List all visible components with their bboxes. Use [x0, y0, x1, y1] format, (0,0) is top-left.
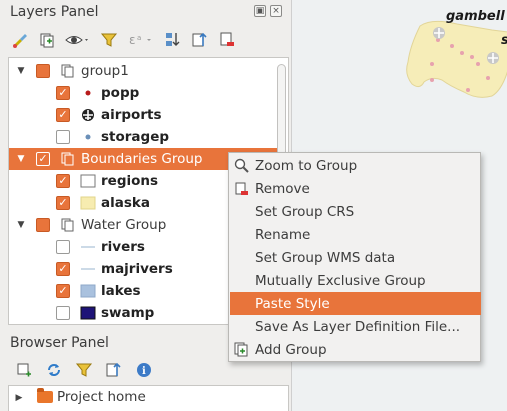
zoom-icon [234, 158, 250, 174]
browser-toolbar: i [14, 360, 154, 380]
layer-checkbox[interactable]: ✓ [56, 262, 70, 276]
browser-tree[interactable]: ▶ Project home [8, 385, 289, 411]
layer-label: lakes [101, 283, 141, 299]
float-panel-button[interactable]: ▣ [254, 5, 266, 17]
layer-label: rivers [101, 239, 145, 255]
menu-item-set-group-crs[interactable]: Set Group CRS [230, 200, 481, 223]
filter-icon[interactable] [99, 30, 119, 50]
airport-symbol-icon [80, 108, 96, 122]
airport-symbol-icon [433, 27, 445, 39]
map-place-label: s [501, 33, 507, 48]
layer-checkbox[interactable] [56, 130, 70, 144]
info-icon[interactable]: i [134, 360, 154, 380]
layer-label: storagep [101, 129, 170, 145]
menu-item-label: Set Group WMS data [255, 249, 396, 266]
group-label: group1 [81, 63, 129, 79]
browser-item-label[interactable]: Project home [57, 389, 146, 405]
layer-checkbox[interactable] [56, 240, 70, 254]
expression-filter-icon[interactable]: εa [126, 30, 156, 50]
group-context-menu: Zoom to Group Remove Set Group CRS Renam… [228, 152, 481, 362]
tree-layer-popp[interactable]: ✓ popp [9, 82, 277, 104]
menu-item-label: Rename [255, 226, 311, 243]
eye-icon[interactable] [64, 30, 92, 50]
layer-checkbox[interactable]: ✓ [56, 108, 70, 122]
menu-item-label: Add Group [255, 341, 327, 358]
add-group-icon [234, 342, 250, 358]
layer-label: popp [101, 85, 140, 101]
layer-group-icon [61, 152, 75, 166]
add-group-icon[interactable] [37, 30, 57, 50]
menu-item-rename[interactable]: Rename [230, 223, 481, 246]
airport-symbol-icon [487, 52, 499, 64]
blue-dot-symbol-icon [80, 130, 96, 144]
folder-icon [37, 388, 53, 403]
navy-fill-symbol-icon [80, 306, 96, 320]
lightblue-fill-symbol-icon [80, 284, 96, 298]
svg-text:i: i [142, 366, 146, 377]
refresh-icon[interactable] [44, 360, 64, 380]
menu-item-label: Remove [255, 180, 310, 197]
layers-panel-title: Layers Panel [10, 4, 99, 20]
layer-checkbox[interactable]: ✓ [56, 196, 70, 210]
layer-label: regions [101, 173, 159, 189]
close-panel-button[interactable]: × [270, 5, 282, 17]
collapse-icon[interactable] [104, 360, 124, 380]
add-layer-icon[interactable] [14, 360, 34, 380]
menu-item-label: Set Group CRS [255, 203, 355, 220]
collapse-arrow-icon[interactable]: ▼ [15, 66, 27, 76]
expand-all-icon[interactable] [163, 30, 183, 50]
menu-item-add-group[interactable]: Add Group [230, 338, 481, 361]
collapse-arrow-icon[interactable]: ▼ [15, 154, 27, 164]
line-symbol-icon [80, 240, 96, 254]
group-checkbox[interactable] [36, 64, 50, 78]
group-checkbox[interactable] [36, 218, 50, 232]
browser-panel-title: Browser Panel [10, 335, 109, 351]
red-dot-symbol-icon [80, 86, 96, 100]
collapse-all-icon[interactable] [190, 30, 210, 50]
tree-group-group1[interactable]: ▼ group1 [9, 60, 277, 82]
menu-item-save-as-layer-definition[interactable]: Save As Layer Definition File... [230, 315, 481, 338]
remove-icon [234, 181, 250, 197]
style-brush-icon[interactable] [10, 30, 30, 50]
layer-group-icon [61, 218, 75, 232]
menu-item-label: Paste Style [255, 295, 330, 312]
layer-label: swamp [101, 305, 155, 321]
layer-group-icon [61, 64, 75, 78]
menu-item-label: Mutually Exclusive Group [255, 272, 426, 289]
svg-text:a: a [137, 34, 141, 42]
remove-layer-icon[interactable] [217, 30, 237, 50]
expand-arrow-icon[interactable]: ▶ [13, 393, 25, 403]
layer-label: alaska [101, 195, 150, 211]
menu-item-mutually-exclusive-group[interactable]: Mutually Exclusive Group [230, 269, 481, 292]
menu-item-label: Save As Layer Definition File... [255, 318, 461, 335]
layers-toolbar: εa [10, 30, 237, 50]
layer-label: airports [101, 107, 162, 123]
layer-checkbox[interactable]: ✓ [56, 284, 70, 298]
filter-icon[interactable] [74, 360, 94, 380]
line-symbol-icon [80, 262, 96, 276]
tree-layer-storagep[interactable]: storagep [9, 126, 277, 148]
map-place-label: gambell [446, 9, 505, 24]
group-checkbox[interactable]: ✓ [36, 152, 50, 166]
layer-checkbox[interactable]: ✓ [56, 174, 70, 188]
menu-item-label: Zoom to Group [255, 157, 358, 174]
tree-layer-airports[interactable]: ✓ airports [9, 104, 277, 126]
svg-text:ε: ε [129, 33, 136, 47]
menu-item-paste-style[interactable]: Paste Style [230, 292, 481, 315]
layer-checkbox[interactable] [56, 306, 70, 320]
menu-item-remove[interactable]: Remove [230, 177, 481, 200]
menu-item-set-group-wms-data[interactable]: Set Group WMS data [230, 246, 481, 269]
yellow-fill-symbol-icon [80, 196, 96, 210]
white-fill-symbol-icon [80, 174, 96, 188]
layer-checkbox[interactable]: ✓ [56, 86, 70, 100]
group-label: Boundaries Group [81, 151, 203, 167]
menu-item-zoom-to-group[interactable]: Zoom to Group [230, 154, 481, 177]
collapse-arrow-icon[interactable]: ▼ [15, 220, 27, 230]
layer-label: majrivers [101, 261, 173, 277]
group-label: Water Group [81, 217, 167, 233]
